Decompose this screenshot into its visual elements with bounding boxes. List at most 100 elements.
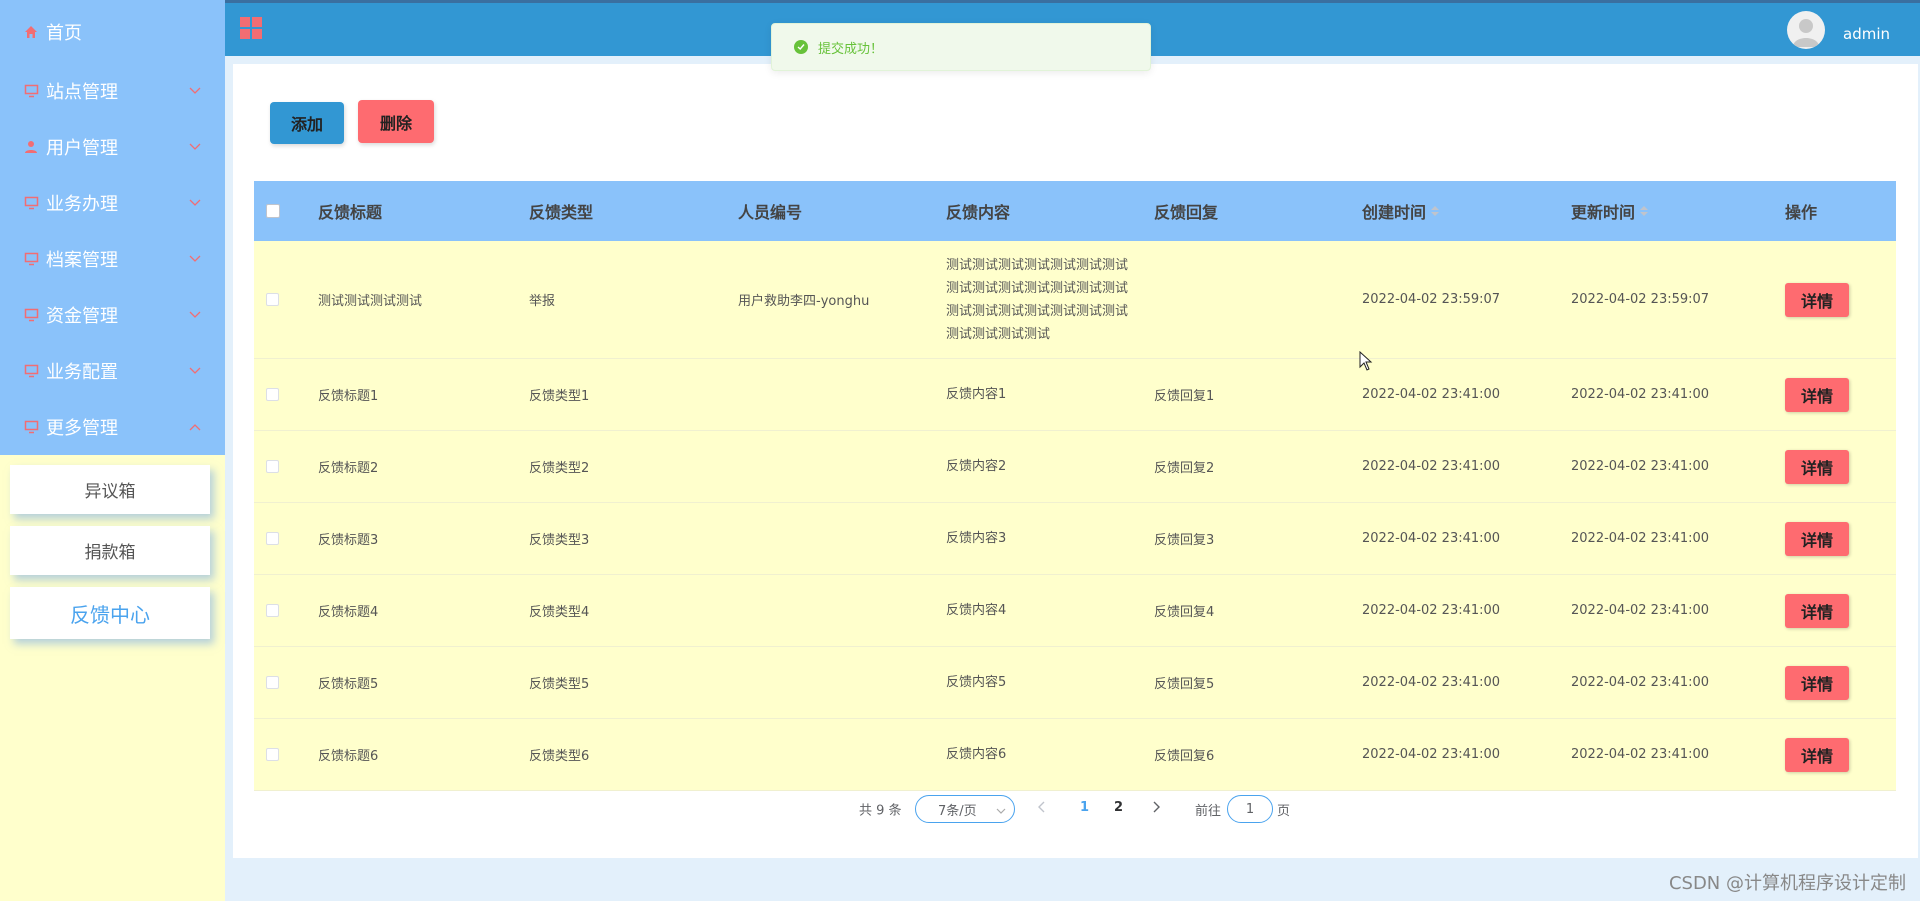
cell-created: 2022-04-02 23:41:00 (1362, 675, 1571, 690)
sidebar-item-archive[interactable]: 档案管理 (0, 231, 225, 287)
cell-created: 2022-04-02 23:41:00 (1362, 387, 1571, 402)
cell-content: 反馈内容3 (946, 527, 1154, 550)
cell-title: 测试测试测试测试 (318, 290, 529, 309)
sidebar-item-site[interactable]: 站点管理 (0, 63, 225, 119)
sidebar-item-config[interactable]: 业务配置 (0, 343, 225, 399)
sidebar-item-funds[interactable]: 资金管理 (0, 287, 225, 343)
sidebar: 首页 站点管理 用户管理 业务办理 档案管理 资金管理 业务配置 更多管理 异议… (0, 0, 225, 901)
cell-title: 反馈标题6 (318, 745, 529, 764)
sub-item-donation-box[interactable]: 捐款箱 (10, 526, 210, 575)
cell-person: 用户救助李四-yonghu (738, 290, 946, 309)
cell-created-text: 2022-04-02 23:59:07 (1362, 292, 1501, 307)
cell-actions: 详情 (1779, 665, 1896, 700)
row-checkbox[interactable] (266, 388, 279, 401)
cell-updated-text: 2022-04-02 23:41:00 (1571, 747, 1710, 762)
cell-reply: 反馈回复1 (1154, 385, 1362, 404)
cell-updated-text: 2022-04-02 23:41:00 (1571, 459, 1710, 474)
detail-button[interactable]: 详情 (1785, 593, 1849, 628)
select-all-checkbox[interactable] (266, 204, 280, 218)
cell-created: 2022-04-02 23:41:00 (1362, 747, 1571, 762)
table-row: 测试测试测试测试 举报 用户救助李四-yonghu 测试测试测试测试测试测试测试测试测… (254, 241, 1896, 359)
cell-type: 反馈类型2 (529, 457, 738, 476)
column-header-sortable[interactable]: 创建时间 (1362, 199, 1571, 223)
cell-updated-text: 2022-04-02 23:59:07 (1571, 292, 1710, 307)
cell-created-text: 2022-04-02 23:41:00 (1362, 459, 1501, 474)
sort-icon[interactable] (1431, 206, 1440, 216)
row-checkbox[interactable] (266, 676, 279, 689)
column-header-label: 更新时间 (1571, 203, 1636, 222)
cell-created: 2022-04-02 23:41:00 (1362, 531, 1571, 546)
username[interactable]: admin (1843, 25, 1890, 43)
cell-updated-text: 2022-04-02 23:41:00 (1571, 675, 1710, 690)
table-row: 反馈标题1 反馈类型1 反馈内容1 反馈回复1 2022-04-02 23:41:00 2… (254, 359, 1896, 431)
cell-reply: 反馈回复6 (1154, 745, 1362, 764)
detail-button[interactable]: 详情 (1785, 521, 1849, 556)
next-page-button[interactable] (1151, 800, 1161, 818)
column-header: 人员编号 (738, 203, 803, 222)
monitor-icon (22, 194, 40, 212)
add-button[interactable]: 添加 (270, 102, 344, 144)
page-size-value: 7条/页 (938, 803, 977, 819)
cell-reply-text: 反馈回复1 (1154, 389, 1215, 404)
column-header-sortable[interactable]: 更新时间 (1571, 199, 1779, 223)
cell-actions: 详情 (1779, 449, 1896, 484)
row-checkbox[interactable] (266, 293, 279, 306)
goto-page-input[interactable]: 1 (1227, 795, 1273, 823)
cell-reply-text: 反馈回复6 (1154, 749, 1215, 764)
sidebar-item-home[interactable]: 首页 (0, 0, 225, 63)
chevron-down-icon (187, 83, 203, 99)
cell-created: 2022-04-02 23:41:00 (1362, 603, 1571, 618)
prev-page-button[interactable] (1037, 800, 1047, 818)
row-checkbox[interactable] (266, 604, 279, 617)
cell-updated-text: 2022-04-02 23:41:00 (1571, 531, 1710, 546)
page-number[interactable]: 2 (1114, 800, 1123, 815)
cell-actions: 详情 (1779, 521, 1896, 556)
sub-item-feedback-center[interactable]: 反馈中心 (10, 587, 210, 639)
check-circle-icon (794, 40, 808, 54)
cell-reply-text: 反馈回复2 (1154, 461, 1215, 476)
cell-type: 反馈类型4 (529, 601, 738, 620)
cell-type: 反馈类型5 (529, 673, 738, 692)
column-header-label: 创建时间 (1362, 203, 1427, 222)
cell-type-text: 反馈类型6 (529, 749, 590, 764)
sidebar-item-label: 首页 (46, 22, 82, 44)
sidebar-item-user[interactable]: 用户管理 (0, 119, 225, 175)
column-header: 操作 (1785, 203, 1818, 222)
cell-content: 反馈内容4 (946, 599, 1154, 622)
table-header: 反馈标题 反馈类型 人员编号 反馈内容 反馈回复 创建时间 更新时间 操作 (254, 181, 1896, 241)
monitor-icon (22, 418, 40, 436)
sidebar-item-label: 资金管理 (46, 306, 118, 327)
row-checkbox[interactable] (266, 532, 279, 545)
cell-updated-text: 2022-04-02 23:41:00 (1571, 387, 1710, 402)
monitor-icon (22, 82, 40, 100)
sidebar-item-label: 站点管理 (46, 82, 118, 103)
cell-updated: 2022-04-02 23:41:00 (1571, 603, 1779, 618)
cell-title: 反馈标题2 (318, 457, 529, 476)
sidebar-item-more[interactable]: 更多管理 (0, 399, 225, 455)
detail-button[interactable]: 详情 (1785, 377, 1849, 412)
page-number-current[interactable]: 1 (1080, 800, 1089, 815)
detail-button[interactable]: 详情 (1785, 449, 1849, 484)
avatar[interactable] (1787, 11, 1825, 49)
pagination-total: 共 9 条 (859, 803, 902, 819)
detail-button[interactable]: 详情 (1785, 665, 1849, 700)
cell-actions: 详情 (1779, 737, 1896, 772)
cell-title-text: 反馈标题6 (318, 749, 379, 764)
cell-type-text: 举报 (529, 294, 556, 309)
sort-icon[interactable] (1640, 206, 1649, 216)
detail-button[interactable]: 详情 (1785, 282, 1849, 317)
sub-item-objection-box[interactable]: 异议箱 (10, 465, 210, 514)
cell-reply-text: 反馈回复5 (1154, 677, 1215, 692)
cell-actions: 详情 (1779, 593, 1896, 628)
detail-button[interactable]: 详情 (1785, 737, 1849, 772)
cell-type: 反馈类型6 (529, 745, 738, 764)
chevron-down-icon (187, 195, 203, 211)
sidebar-item-business[interactable]: 业务办理 (0, 175, 225, 231)
chevron-down-icon (187, 251, 203, 267)
cell-created-text: 2022-04-02 23:41:00 (1362, 387, 1501, 402)
delete-button[interactable]: 删除 (358, 100, 434, 143)
page-size-select[interactable]: 7条/页 (915, 795, 1015, 823)
table-row: 反馈标题5 反馈类型5 反馈内容5 反馈回复5 2022-04-02 23:41:00 2… (254, 647, 1896, 719)
row-checkbox[interactable] (266, 748, 279, 761)
row-checkbox[interactable] (266, 460, 279, 473)
